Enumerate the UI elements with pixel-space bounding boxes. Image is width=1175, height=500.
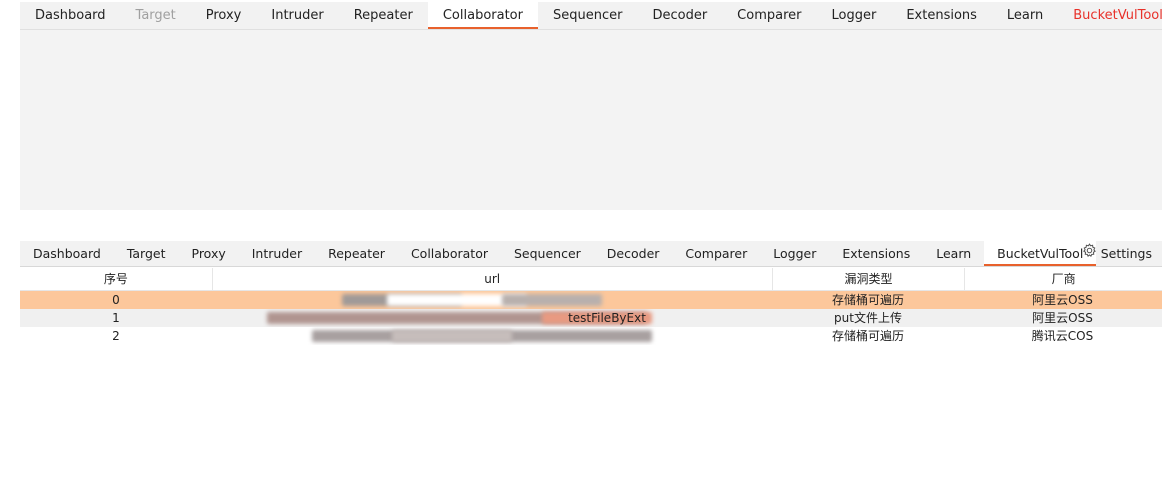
tab-decoder[interactable]: Decoder xyxy=(594,241,673,266)
top-tab-learn[interactable]: Learn xyxy=(992,2,1058,29)
top-tab-decoder[interactable]: Decoder xyxy=(637,2,722,29)
bottom-tab-bar: Dashboard Target Proxy Intruder Repeater… xyxy=(20,241,1162,267)
column-header-vuln-type[interactable]: 漏洞类型 xyxy=(773,268,966,290)
top-tab-comparer[interactable]: Comparer xyxy=(722,2,816,29)
tab-repeater[interactable]: Repeater xyxy=(315,241,398,266)
top-tab-proxy[interactable]: Proxy xyxy=(191,2,257,29)
redacted-url-mask xyxy=(502,294,602,306)
row-vendor: 阿里云OSS xyxy=(1032,293,1093,307)
tab-proxy[interactable]: Proxy xyxy=(179,241,239,266)
row-vendor: 腾讯云COS xyxy=(1031,329,1094,343)
table-row[interactable]: 1 testFileByExt put文件上传 阿里云OSS xyxy=(20,309,1162,327)
row-url: testFileByExt xyxy=(212,309,772,327)
tab-logger[interactable]: Logger xyxy=(760,241,829,266)
top-tab-dashboard[interactable]: Dashboard xyxy=(20,2,121,29)
top-tab-intruder[interactable]: Intruder xyxy=(256,2,338,29)
tab-extensions[interactable]: Extensions xyxy=(829,241,923,266)
table-row[interactable]: 2 存储桶可遍历 腾讯云COS xyxy=(20,327,1162,345)
top-tab-collaborator[interactable]: Collaborator xyxy=(427,2,538,29)
settings-button[interactable]: Settings xyxy=(1082,241,1152,266)
row-index: 1 xyxy=(112,311,120,325)
row-vuln-type: 存储桶可遍历 xyxy=(831,293,904,307)
tab-bucketvultool[interactable]: BucketVulTool xyxy=(984,241,1097,266)
tab-target[interactable]: Target xyxy=(114,241,179,266)
row-vendor: 阿里云OSS xyxy=(1032,311,1093,325)
row-index: 0 xyxy=(112,293,120,307)
tab-collaborator[interactable]: Collaborator xyxy=(398,241,501,266)
table-row[interactable]: 0 存储桶可遍历 阿里云OSS xyxy=(20,291,1162,309)
top-tab-repeater[interactable]: Repeater xyxy=(339,2,428,29)
row-vuln-type: 存储桶可遍历 xyxy=(831,329,904,343)
tab-comparer[interactable]: Comparer xyxy=(672,241,760,266)
column-header-vendor[interactable]: 厂商 xyxy=(965,268,1162,290)
tab-learn[interactable]: Learn xyxy=(923,241,984,266)
tab-sequencer[interactable]: Sequencer xyxy=(501,241,594,266)
top-tab-extensions[interactable]: Extensions xyxy=(891,2,992,29)
tab-intruder[interactable]: Intruder xyxy=(239,241,315,266)
top-tab-logger[interactable]: Logger xyxy=(817,2,892,29)
row-vuln-type: put文件上传 xyxy=(834,311,902,325)
row-index: 2 xyxy=(112,329,120,343)
top-tab-bucketvultool[interactable]: BucketVulTool xyxy=(1058,2,1175,29)
results-table: 序号 url 漏洞类型 厂商 0 存储桶可遍历 阿里云OSS 1 testFil… xyxy=(20,268,1162,345)
gear-icon xyxy=(1082,241,1097,266)
top-tab-target[interactable]: Target xyxy=(121,2,191,29)
top-tab-bar: Dashboard Target Proxy Intruder Repeater… xyxy=(20,2,1163,30)
column-header-index[interactable]: 序号 xyxy=(20,268,213,290)
tab-dashboard[interactable]: Dashboard xyxy=(20,241,114,266)
redacted-url-mask xyxy=(392,330,512,342)
settings-label: Settings xyxy=(1100,246,1152,261)
row-url xyxy=(212,291,772,309)
row-url xyxy=(212,327,772,345)
column-header-url[interactable]: url xyxy=(213,268,773,290)
table-header: 序号 url 漏洞类型 厂商 xyxy=(20,268,1162,291)
collaborator-panel xyxy=(20,30,1162,210)
top-tab-sequencer[interactable]: Sequencer xyxy=(538,2,637,29)
